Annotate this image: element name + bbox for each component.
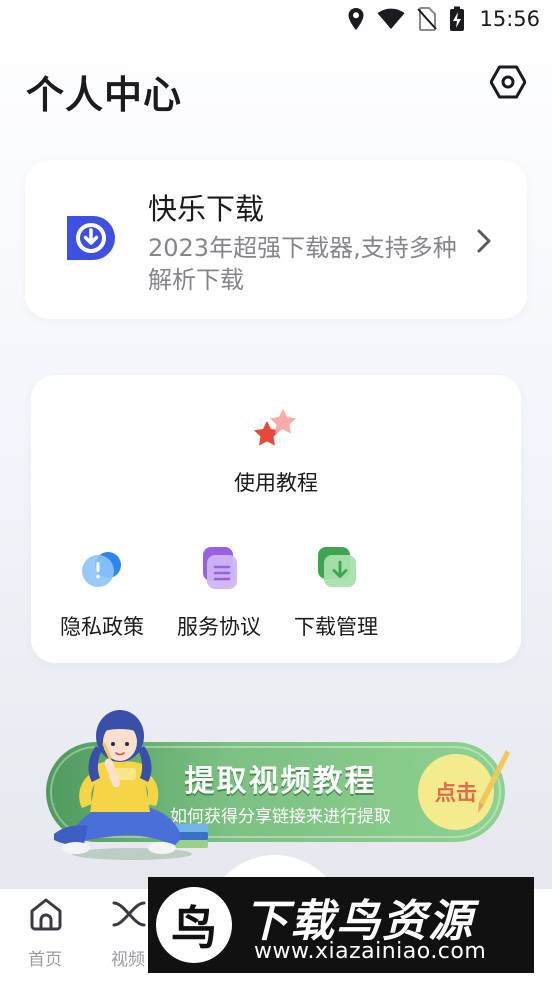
chevron-right-icon [477,229,491,253]
app-card[interactable]: 快乐下载 2023年超强下载器,支持多种解析下载 [25,160,527,319]
watermark-url: www.xiazainiao.com [254,939,487,964]
page-title: 个人中心 [26,73,183,117]
no-sim-icon [417,7,438,31]
girl-illustration [54,710,208,860]
agreement-icon [203,547,237,589]
tools-card: 使用教程 隐私政策 服务协议 下载管理 [31,375,521,663]
app-name: 快乐下载 [148,192,265,226]
location-icon [348,8,364,30]
video-icon [112,901,146,927]
service-agreement-item[interactable]: 服务协议 [164,545,274,645]
privacy-label: 隐私政策 [60,615,144,639]
home-icon [30,898,62,931]
download-manage-item[interactable]: 下载管理 [281,545,391,645]
privacy-icon [82,552,121,587]
watermark-overlay: 鸟 下载鸟资源 www.xiazainiao.com [148,877,534,973]
star-tutorial-icon [254,409,296,446]
agreement-label: 服务协议 [177,615,261,639]
status-time: 15:56 [479,7,540,31]
battery-charging-icon [450,6,465,31]
settings-hex-icon [490,65,526,99]
tutorial-label: 使用教程 [234,471,318,495]
wifi-icon [377,8,405,29]
app-description: 2023年超强下载器,支持多种解析下载 [148,234,457,294]
download-manage-icon [318,547,356,587]
settings-button[interactable] [489,64,527,100]
app-logo-icon [67,216,115,260]
pencil-icon [478,750,510,813]
nav-home[interactable]: 首页 [10,889,80,983]
download-manage-label: 下载管理 [294,615,378,639]
watermark-logo: 鸟 [156,887,232,963]
privacy-policy-item[interactable]: 隐私政策 [47,545,157,645]
nav-home-label: 首页 [28,950,62,970]
status-bar: 15:56 [0,0,552,40]
